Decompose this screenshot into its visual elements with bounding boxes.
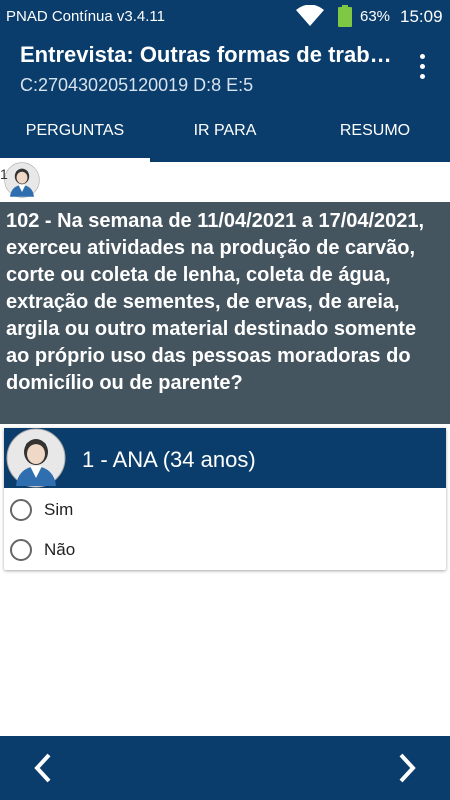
chevron-left-icon[interactable] — [26, 750, 62, 786]
respondent-chip-row: 1 — [0, 162, 450, 202]
option-nao[interactable]: Não — [10, 533, 310, 567]
person-card: 1 - ANA (34 anos) Sim Não — [4, 428, 446, 570]
battery-percent: 63% — [360, 8, 391, 25]
woman-avatar-icon — [6, 428, 66, 488]
wifi-icon — [296, 5, 324, 26]
person-card-header: 1 - ANA (34 anos) — [4, 428, 446, 488]
bottom-nav-bar — [0, 736, 450, 800]
status-bar: PNAD Contínua v3.4.11 63% 15:09 — [0, 0, 450, 32]
woman-avatar-icon[interactable] — [4, 162, 40, 198]
option-label: Sim — [44, 500, 74, 519]
tab-perguntas[interactable]: PERGUNTAS — [0, 100, 150, 162]
page-title: Entrevista: Outras formas de trabalho — [20, 42, 395, 67]
person-name: 1 - ANA (34 anos) — [82, 447, 256, 472]
status-time: 15:09 — [400, 7, 443, 26]
status-app-name: PNAD Contínua v3.4.11 — [6, 8, 165, 25]
tab-resumo[interactable]: RESUMO — [300, 100, 450, 162]
tab-bar: PERGUNTAS IR PARA RESUMO — [0, 100, 450, 162]
question-text: 102 - Na semana de 11/04/2021 a 17/04/20… — [0, 202, 450, 424]
option-label: Não — [44, 540, 76, 559]
radio-icon[interactable] — [10, 539, 32, 561]
option-sim[interactable]: Sim — [10, 493, 310, 527]
more-vert-icon[interactable] — [410, 52, 434, 82]
radio-icon[interactable] — [10, 499, 32, 521]
chevron-right-icon[interactable] — [388, 750, 424, 786]
respondent-chip-number: 1 — [0, 166, 8, 182]
app-bar: Entrevista: Outras formas de trabalho C:… — [0, 32, 450, 100]
tab-ir-para[interactable]: IR PARA — [150, 100, 300, 162]
page-subtitle: C:270430205120019 D:8 E:5 — [20, 75, 254, 95]
battery-icon — [338, 5, 352, 27]
